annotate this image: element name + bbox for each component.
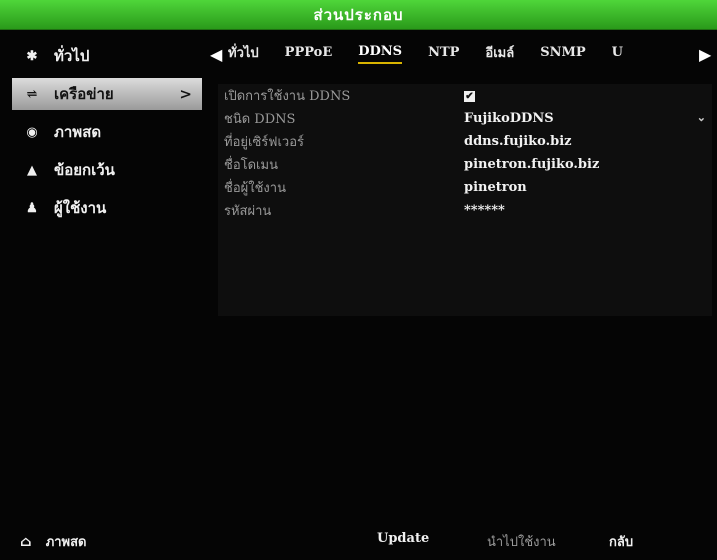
main-content: ◀ ทั่วไป PPPoE DDNS NTP อีเมล์ SNMP U ▶ … [210, 40, 717, 480]
ddns-type-select[interactable]: FujikoDDNS ⌄ [464, 111, 712, 126]
live-view-button[interactable]: ⌂ ภาพสด [20, 531, 87, 552]
sidebar-item-general[interactable]: ✱ ทั่วไป [12, 40, 202, 72]
password-field[interactable]: ****** [464, 203, 712, 218]
form-row-username: ชื่อผู้ใช้งาน pinetron [218, 176, 712, 199]
tab-pppoe[interactable]: PPPoE [285, 45, 333, 63]
field-label: ชื่อผู้ใช้งาน [224, 181, 286, 196]
window-title-bar: ส่วนประกอบ [0, 0, 717, 30]
form-row-domain: ชื่อโดเมน pinetron.fujiko.biz [218, 153, 712, 176]
field-label: ที่อยู่เซิร์ฟเวอร์ [224, 135, 304, 150]
home-icon: ⌂ [20, 533, 32, 550]
sidebar-item-label: ภาพสด [54, 123, 102, 141]
tab-email[interactable]: อีเมล์ [485, 42, 514, 66]
eye-icon: ◉ [26, 124, 38, 140]
update-button[interactable]: Update [377, 531, 429, 546]
sidebar-item-label: ผู้ใช้งาน [54, 199, 107, 217]
ddns-settings-panel: เปิดการใช้งาน DDNS ✔ ชนิด DDNS FujikoDDN… [218, 84, 712, 316]
tab-upnp[interactable]: U [612, 45, 623, 63]
sidebar-item-live-view[interactable]: ◉ ภาพสด [12, 116, 202, 148]
form-row-server-address: ที่อยู่เซิร์ฟเวอร์ ddns.fujiko.biz [218, 130, 712, 153]
field-label: ชนิด DDNS [224, 112, 296, 127]
network-icon: ⇌ [26, 86, 38, 102]
domain-field[interactable]: pinetron.fujiko.biz [464, 157, 712, 172]
field-label: รหัสผ่าน [224, 204, 272, 219]
tab-ddns[interactable]: DDNS [358, 44, 403, 64]
sidebar-item-label: เครือข่าย [54, 85, 114, 103]
chevron-right-icon: > [179, 85, 192, 103]
warning-icon: ▲ [27, 162, 37, 178]
tab-scroll-right-icon[interactable]: ▶ [699, 45, 717, 64]
ddns-type-value: FujikoDDNS [464, 111, 554, 126]
gear-icon: ✱ [26, 48, 38, 64]
enable-ddns-checkbox[interactable]: ✔ [464, 91, 475, 102]
chevron-down-icon: ⌄ [696, 111, 706, 124]
tab-snmp[interactable]: SNMP [540, 45, 585, 63]
sidebar-item-users[interactable]: ♟ ผู้ใช้งาน [12, 192, 202, 224]
sidebar: ✱ ทั่วไป ⇌ เครือข่าย > ◉ ภาพสด ▲ ข้อยกเว… [12, 40, 202, 230]
form-row-password: รหัสผ่าน ****** [218, 199, 712, 222]
sidebar-item-label: ข้อยกเว้น [54, 161, 115, 179]
server-address-field[interactable]: ddns.fujiko.biz [464, 134, 712, 149]
field-label: ชื่อโดเมน [224, 158, 278, 173]
tab-bar: ◀ ทั่วไป PPPoE DDNS NTP อีเมล์ SNMP U ▶ [210, 40, 717, 68]
sidebar-item-exception[interactable]: ▲ ข้อยกเว้น [12, 154, 202, 186]
sidebar-item-label: ทั่วไป [54, 47, 90, 65]
footer-bar: ⌂ ภาพสด Update นำไปใช้งาน กลับ [0, 523, 717, 555]
live-view-label: ภาพสด [45, 535, 87, 550]
window-title: ส่วนประกอบ [313, 5, 404, 24]
username-field[interactable]: pinetron [464, 180, 712, 195]
tab-general[interactable]: ทั่วไป [228, 42, 259, 66]
form-row-enable-ddns: เปิดการใช้งาน DDNS ✔ [218, 84, 712, 107]
sidebar-item-network[interactable]: ⇌ เครือข่าย > [12, 78, 202, 110]
apply-button[interactable]: นำไปใช้งาน [487, 531, 556, 552]
form-row-ddns-type: ชนิด DDNS FujikoDDNS ⌄ [218, 107, 712, 130]
tab-ntp[interactable]: NTP [428, 45, 459, 63]
tab-scroll-left-icon[interactable]: ◀ [210, 45, 228, 64]
field-label: เปิดการใช้งาน DDNS [224, 89, 351, 104]
back-button[interactable]: กลับ [609, 531, 633, 552]
users-icon: ♟ [26, 200, 38, 216]
